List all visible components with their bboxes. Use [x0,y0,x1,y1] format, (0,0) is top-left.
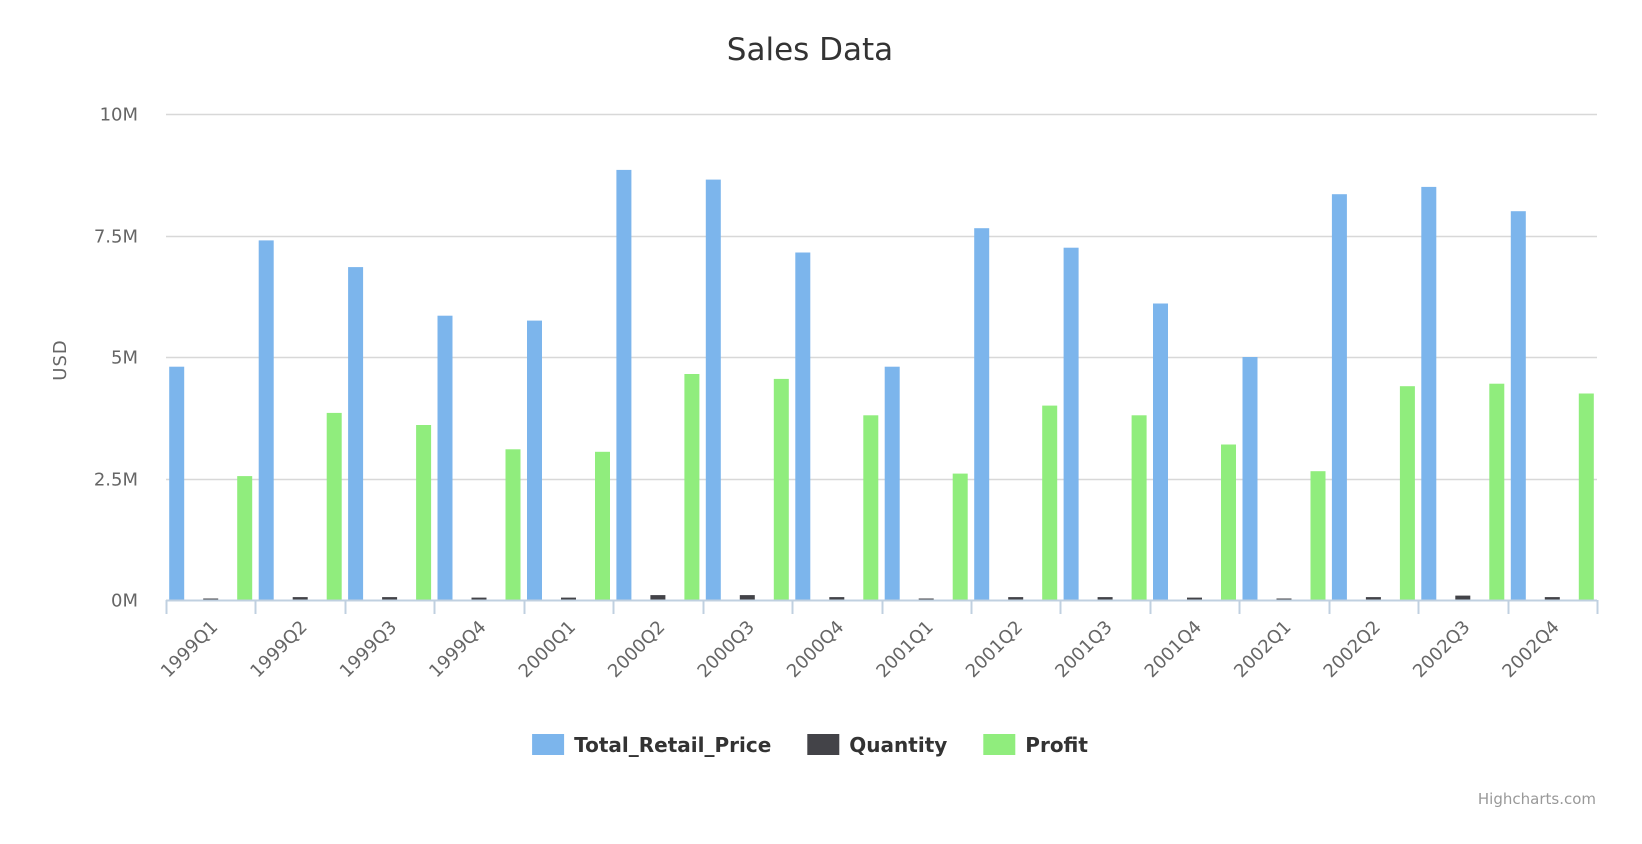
bar-quantity[interactable] [650,595,666,600]
x-tick-label: 2001Q3 [1051,617,1116,682]
chart-title: Sales Data [727,32,893,68]
legend-label: Quantity [849,733,947,757]
x-tick-label: 1999Q4 [425,617,490,682]
bar-total-retail-price[interactable] [1331,194,1347,600]
bar-total-retail-price[interactable] [1063,247,1079,600]
x-tick-label: 2002Q2 [1320,617,1385,682]
x-tick-label: 2001Q4 [1141,617,1206,682]
x-tick-label: 2001Q1 [872,617,937,682]
bar-total-retail-price[interactable] [1153,303,1168,601]
legend-swatch-profit[interactable] [983,734,1016,755]
axes: 1999Q1 1999Q2 1999Q3 1999Q4 2000Q1 2000Q2 2000… [157,599,1599,682]
x-tick-label: 1999Q1 [157,617,222,682]
bar-profit[interactable] [1578,393,1594,601]
bar-profit[interactable] [1221,444,1236,601]
bar-total-retail-price[interactable] [1242,357,1258,600]
bar-profit[interactable] [1489,383,1505,600]
bar-profit[interactable] [326,412,342,600]
bar-total-retail-price[interactable] [348,267,364,600]
y-axis-title: USD [50,339,71,380]
bar-quantity[interactable] [1455,595,1471,600]
x-tick-label: 2002Q4 [1498,617,1563,682]
bar-profit[interactable] [1131,415,1147,600]
x-tick-label: 2001Q2 [962,617,1027,682]
x-tick-label: 1999Q3 [336,617,401,682]
bar-quantity[interactable] [739,595,755,600]
bar-total-retail-price[interactable] [1510,211,1526,600]
x-tick-label: 2000Q4 [783,617,848,682]
x-tick-label: 1999Q2 [246,617,311,682]
bar-profit[interactable] [1399,386,1415,600]
bar-profit[interactable] [1310,471,1326,600]
x-tick-label: 2000Q3 [694,617,759,682]
y-tick-label: 5M [111,348,138,369]
x-tick-label: 2002Q3 [1409,617,1474,682]
y-tick-label: 7.5M [94,227,138,248]
grid-lines: 0M 2.5M 5M 7.5M 10M [94,105,1597,612]
legend: Total_Retail_Price Quantity Profit [532,733,1088,757]
bar-total-retail-price[interactable] [616,169,632,600]
x-tick-label: 2000Q1 [515,617,580,682]
bar-total-retail-price[interactable] [1421,186,1437,600]
y-tick-label: 0M [111,591,138,612]
sales-chart: 0M 2.5M 5M 7.5M 10M 1999Q1 1999Q2 1999Q3 1999Q4… [50,32,1599,808]
bar-total-retail-price[interactable] [884,366,900,600]
bar-profit[interactable] [237,476,253,600]
bar-profit[interactable] [684,374,700,600]
bar-total-retail-price[interactable] [258,240,274,600]
bar-total-retail-price[interactable] [437,315,453,600]
legend-swatch-quantity[interactable] [807,734,840,755]
bar-total-retail-price[interactable] [527,320,542,600]
legend-swatch-total-retail-price[interactable] [532,734,565,755]
chart-container: 0M 2.5M 5M 7.5M 10M 1999Q1 1999Q2 1999Q3 1999Q4… [0,0,1642,844]
x-tick-label: 2002Q1 [1230,617,1295,682]
legend-label: Total_Retail_Price [574,733,771,757]
bar-total-retail-price[interactable] [169,366,185,600]
legend-label: Profit [1025,733,1088,757]
bar-total-retail-price[interactable] [795,252,811,601]
bar-profit[interactable] [595,451,610,600]
bar-profit[interactable] [416,425,432,600]
bar-profit[interactable] [505,449,521,600]
bar-total-retail-price[interactable] [974,228,990,600]
x-tick-label: 2000Q2 [604,617,669,682]
bar-total-retail-price[interactable] [705,179,721,600]
bars [169,169,1594,601]
bar-profit[interactable] [863,415,879,600]
y-tick-label: 2.5M [94,470,138,491]
credits-link[interactable]: Highcharts.com [1478,790,1596,808]
bar-profit[interactable] [1042,405,1058,600]
y-tick-label: 10M [100,105,138,126]
bar-profit[interactable] [773,378,789,600]
bar-profit[interactable] [952,473,968,600]
